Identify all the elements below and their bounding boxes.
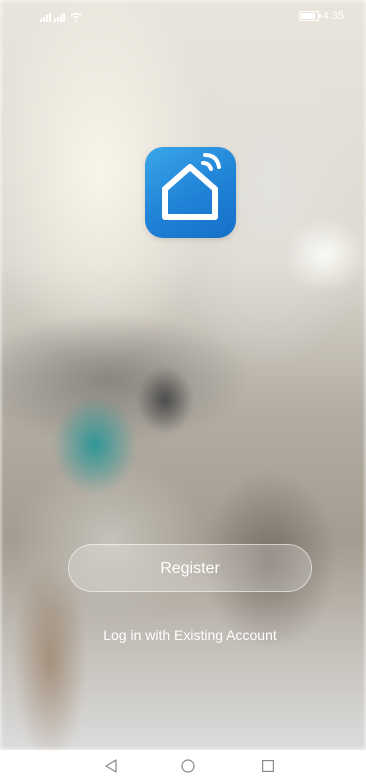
system-nav-bar [0, 750, 366, 781]
login-existing-account-link[interactable]: Log in with Existing Account [0, 627, 366, 643]
battery-group: 4:35 [298, 10, 344, 22]
smart-home-icon [162, 153, 221, 220]
welcome-screen: 4:35 Register Log in with Existing Accou… [0, 0, 366, 781]
battery-icon [298, 11, 321, 21]
register-button[interactable]: Register [68, 544, 312, 592]
app-logo [145, 147, 236, 238]
home-icon[interactable] [181, 759, 195, 773]
status-bar: 4:35 [0, 0, 366, 34]
status-time: 4:35 [322, 10, 344, 22]
wifi-icon [70, 12, 82, 22]
back-icon[interactable] [104, 759, 118, 773]
signal-icon [40, 12, 51, 22]
signal-icon [54, 12, 65, 22]
recent-apps-icon[interactable] [262, 760, 274, 772]
signal-group [40, 12, 82, 22]
